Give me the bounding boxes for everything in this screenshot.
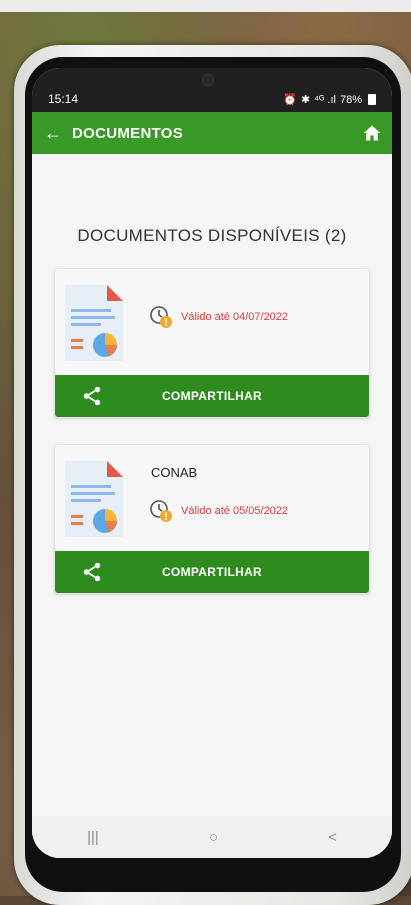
validity-row: Válido até 05/05/2022 bbox=[149, 499, 288, 523]
battery-level: 78% bbox=[339, 93, 362, 106]
document-name: CONAB bbox=[151, 465, 198, 480]
document-card[interactable]: CONAB Válido até 05/05/2022 COMPARTILHAR bbox=[54, 444, 370, 594]
validity-text: Válido até 04/07/2022 bbox=[181, 311, 289, 323]
arrow-left-icon[interactable]: ← bbox=[44, 124, 62, 142]
status-time: 15:14 bbox=[48, 92, 79, 106]
status-icons: ⏰ ✱ ⁴ᴳ .ıl 78% bbox=[283, 93, 376, 106]
battery-icon bbox=[368, 94, 376, 105]
share-icon bbox=[83, 386, 101, 406]
validity-row: Válido até 04/07/2022 bbox=[149, 305, 288, 329]
share-button[interactable]: COMPARTILHAR bbox=[55, 375, 369, 417]
back-chevron-icon[interactable]: < bbox=[328, 829, 337, 846]
clock-warning-icon bbox=[150, 306, 172, 328]
clock-warning-icon bbox=[150, 500, 172, 522]
document-card-body: CONAB Válido até 05/05/2022 bbox=[55, 445, 369, 551]
document-card[interactable]: Válido até 04/07/2022 COMPARTILHAR bbox=[54, 268, 370, 418]
share-icon bbox=[83, 562, 101, 582]
validity-text: Válido até 05/05/2022 bbox=[181, 505, 289, 517]
home-icon[interactable] bbox=[362, 123, 382, 143]
signal-icon: ⁴ᴳ .ıl bbox=[314, 93, 336, 106]
top-strip bbox=[0, 0, 411, 12]
documents-content: DOCUMENTOS DISPONÍVEIS (2) Válido até 04… bbox=[32, 154, 392, 858]
document-card-body: Válido até 04/07/2022 bbox=[55, 269, 369, 375]
alarm-icon: ⏰ bbox=[283, 94, 297, 106]
system-nav-bar: ||| ○ < bbox=[32, 816, 392, 858]
section-title: DOCUMENTOS DISPONÍVEIS (2) bbox=[77, 226, 347, 245]
share-button[interactable]: COMPARTILHAR bbox=[55, 551, 369, 593]
front-camera bbox=[202, 74, 214, 86]
document-icon bbox=[65, 285, 123, 361]
app-bar: ← DOCUMENTOS bbox=[32, 112, 392, 154]
bluetooth-icon: ✱ bbox=[300, 94, 311, 106]
phone-screen: 15:14 ⏰ ✱ ⁴ᴳ .ıl 78% ← DOCUMENTOS DOCUME… bbox=[32, 68, 392, 858]
home-circle-icon[interactable]: ○ bbox=[209, 829, 218, 846]
page-title: DOCUMENTOS bbox=[72, 124, 184, 142]
document-icon bbox=[65, 461, 123, 537]
recents-icon[interactable]: ||| bbox=[87, 829, 99, 846]
